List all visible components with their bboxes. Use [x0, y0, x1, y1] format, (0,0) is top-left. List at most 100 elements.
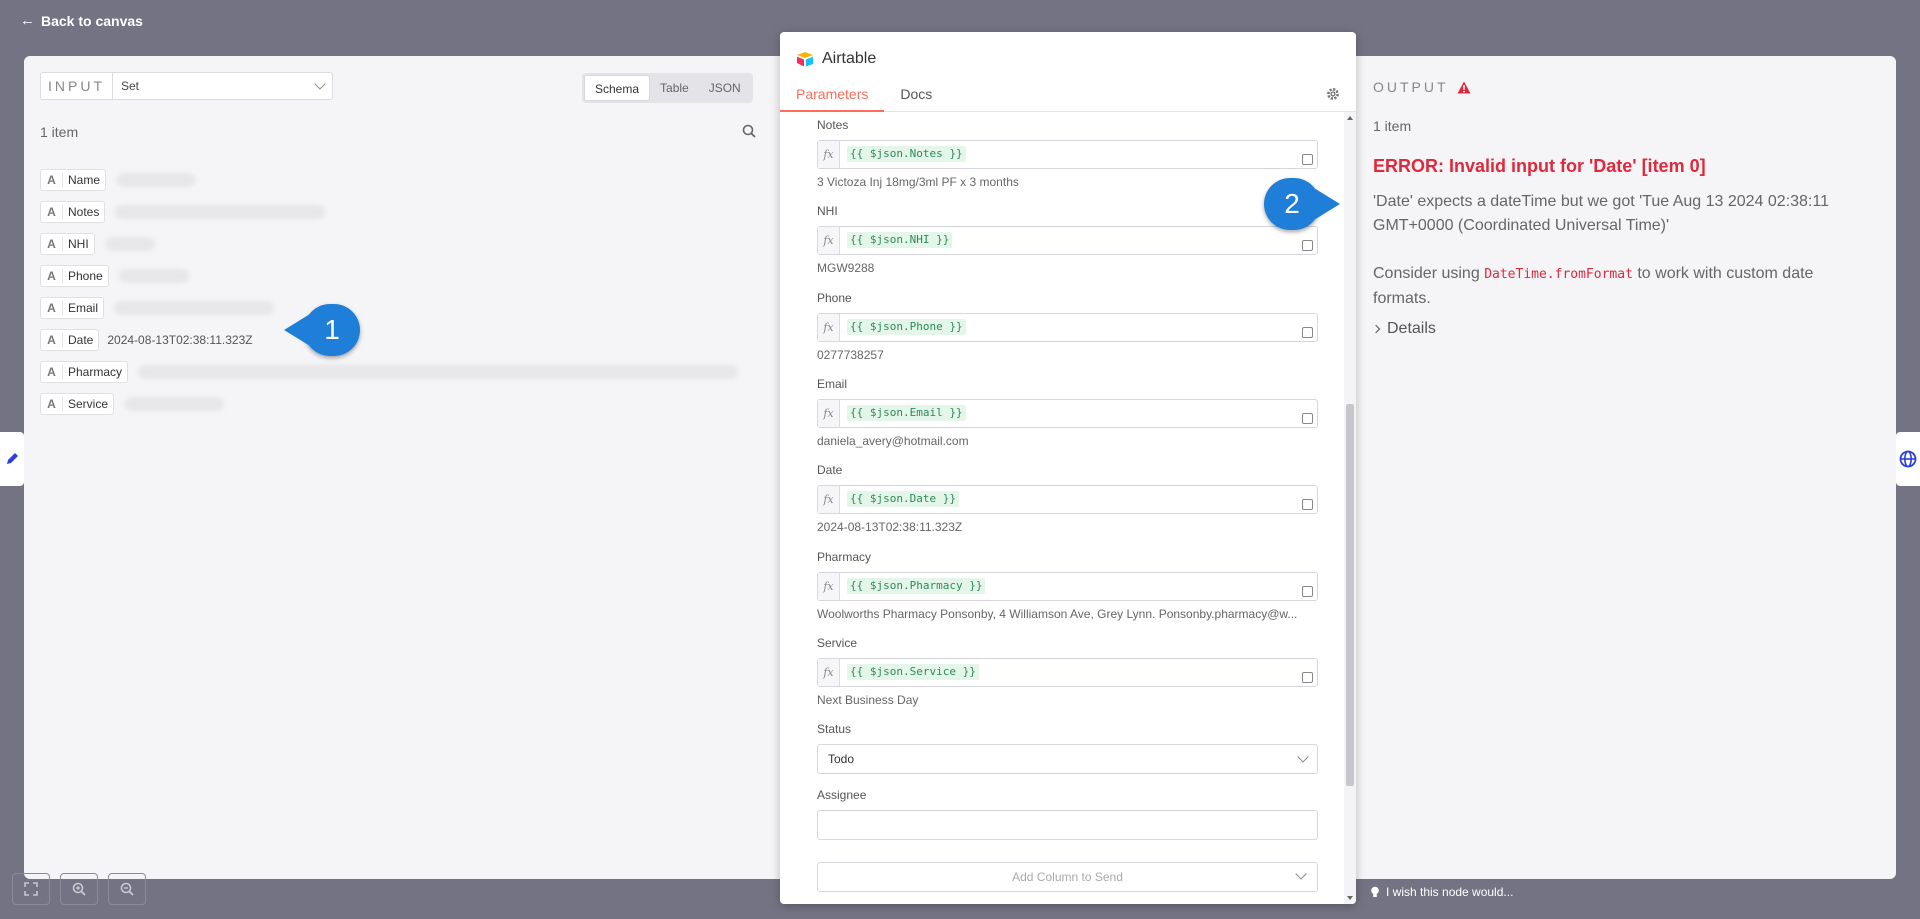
expression-code: {{ $json.NHI }} [847, 232, 953, 248]
tab-parameters[interactable]: Parameters [780, 84, 885, 112]
expand-icon[interactable] [1302, 499, 1313, 510]
feedback-text: I wish this node would... [1386, 885, 1514, 899]
expand-icon[interactable] [1302, 240, 1313, 251]
field-pill[interactable]: A Email [40, 297, 105, 319]
gear-icon[interactable] [1326, 87, 1340, 101]
param-label: Assignee [817, 788, 867, 802]
view-table-tab[interactable]: Table [650, 75, 699, 101]
field-pill[interactable]: A Service [40, 393, 115, 415]
param-assignee: Assignee [817, 788, 1318, 840]
field-pill[interactable]: A Name [40, 169, 107, 191]
expression-code: {{ $json.Service }} [847, 664, 979, 680]
node-tabs: Parameters Docs [780, 84, 948, 112]
expression-input[interactable]: fx {{ $json.Pharmacy }} [817, 572, 1318, 601]
field-pill[interactable]: A Date [40, 329, 100, 351]
input-node-tab[interactable] [0, 432, 24, 486]
hint-code: DateTime.fromFormat [1484, 267, 1633, 282]
tab-docs[interactable]: Docs [884, 84, 948, 112]
error-message: 'Date' expects a dateTime but we got 'Tu… [1373, 193, 1829, 234]
add-column-label: Add Column to Send [1012, 870, 1123, 884]
add-column-select[interactable]: Add Column to Send [817, 862, 1318, 892]
input-node-select[interactable]: Set [112, 72, 333, 100]
globe-icon [1899, 450, 1917, 468]
expression-input[interactable]: fx {{ $json.Email }} [817, 399, 1318, 428]
param-service: Service fx {{ $json.Service }} Next Busin… [817, 636, 1318, 707]
fx-icon: fx [818, 486, 840, 513]
lightbulb-icon [1371, 886, 1379, 897]
param-notes: Notes fx {{ $json.Notes }} 3 Victoza Inj … [817, 118, 1318, 189]
hint-prefix: Consider using [1373, 265, 1480, 282]
expression-code: {{ $json.Date }} [847, 491, 959, 507]
redacted-value [124, 397, 225, 411]
param-label: Pharmacy [817, 550, 872, 564]
output-panel: OUTPUT 1 item ERROR: Invalid input for '… [1356, 56, 1896, 879]
scrollbar[interactable] [1344, 112, 1356, 904]
schema-row: A Date 2024-08-13T02:38:11.323Z [40, 324, 738, 356]
expression-code: {{ $json.Email }} [847, 405, 966, 421]
search-icon[interactable] [742, 124, 756, 138]
schema-row: A NHI [40, 228, 738, 260]
redacted-value [104, 237, 155, 251]
param-label: Service [817, 636, 858, 650]
param-label: Email [817, 377, 848, 391]
parameters-body: Notes fx {{ $json.Notes }} 3 Victoza Inj … [780, 112, 1346, 904]
back-to-canvas-link[interactable]: ← Back to canvas [20, 12, 143, 29]
string-type-icon: A [41, 365, 63, 379]
output-node-tab[interactable] [1896, 432, 1920, 486]
fit-view-button[interactable] [12, 873, 50, 905]
airtable-logo-icon [797, 52, 813, 67]
input-panel: INPUT Set Schema Table JSON 1 item A Name… [24, 56, 780, 879]
expression-input[interactable]: fx {{ $json.Date }} [817, 485, 1318, 514]
status-select[interactable]: Todo [817, 744, 1318, 774]
expression-input[interactable]: fx {{ $json.NHI }} [817, 226, 1318, 255]
expression-code: {{ $json.Phone }} [847, 319, 966, 335]
string-type-icon: A [41, 173, 63, 187]
string-type-icon: A [41, 333, 63, 347]
chevron-down-icon [1297, 751, 1309, 763]
assignee-input[interactable] [817, 810, 1318, 840]
view-schema-tab[interactable]: Schema [584, 75, 651, 101]
expand-icon[interactable] [1302, 327, 1313, 338]
expression-code: {{ $json.Notes }} [847, 146, 966, 162]
expand-icon[interactable] [1302, 154, 1313, 165]
redacted-value [138, 365, 739, 379]
param-label: Status [817, 722, 852, 736]
input-header: INPUT Set [40, 72, 333, 100]
output-label: OUTPUT [1373, 79, 1449, 95]
scroll-thumb[interactable] [1346, 404, 1354, 786]
output-header: OUTPUT [1373, 79, 1471, 95]
expression-input[interactable]: fx {{ $json.Phone }} [817, 313, 1318, 342]
field-pill[interactable]: A NHI [40, 233, 95, 255]
scroll-down-icon[interactable] [1347, 896, 1353, 900]
field-pill[interactable]: A Pharmacy [40, 361, 129, 383]
warning-icon [1457, 81, 1471, 93]
zoom-in-button[interactable] [60, 873, 98, 905]
arrow-left-icon: ← [20, 12, 35, 29]
input-label: INPUT [40, 72, 112, 100]
view-toggle: Schema Table JSON [582, 73, 753, 103]
pen-icon [7, 453, 18, 464]
details-toggle[interactable]: Details [1371, 320, 1436, 338]
feedback-link[interactable]: I wish this node would... [1370, 885, 1513, 899]
field-pill[interactable]: A Phone [40, 265, 109, 287]
redacted-value [114, 301, 275, 315]
scroll-up-icon[interactable] [1347, 116, 1353, 120]
expression-input[interactable]: fx {{ $json.Notes }} [817, 140, 1318, 169]
field-name: NHI [68, 237, 89, 251]
field-pill[interactable]: A Notes [40, 201, 106, 223]
node-title-text: Airtable [822, 50, 877, 67]
string-type-icon: A [41, 205, 63, 219]
expand-icon[interactable] [1302, 586, 1313, 597]
node-panel-header: Airtable Parameters Docs [780, 32, 1356, 112]
param-label: Notes [817, 118, 849, 132]
expand-icon[interactable] [1302, 413, 1313, 424]
field-value: 2024-08-13T02:38:11.323Z [107, 333, 253, 347]
expression-preview: 0277738257 [817, 348, 884, 362]
back-to-canvas-label: Back to canvas [41, 12, 143, 29]
expand-icon[interactable] [1302, 672, 1313, 683]
view-json-tab[interactable]: JSON [699, 75, 751, 101]
expression-input[interactable]: fx {{ $json.Service }} [817, 658, 1318, 687]
redacted-value [115, 205, 326, 219]
input-node-name: Set [121, 79, 140, 93]
zoom-out-button[interactable] [108, 873, 146, 905]
